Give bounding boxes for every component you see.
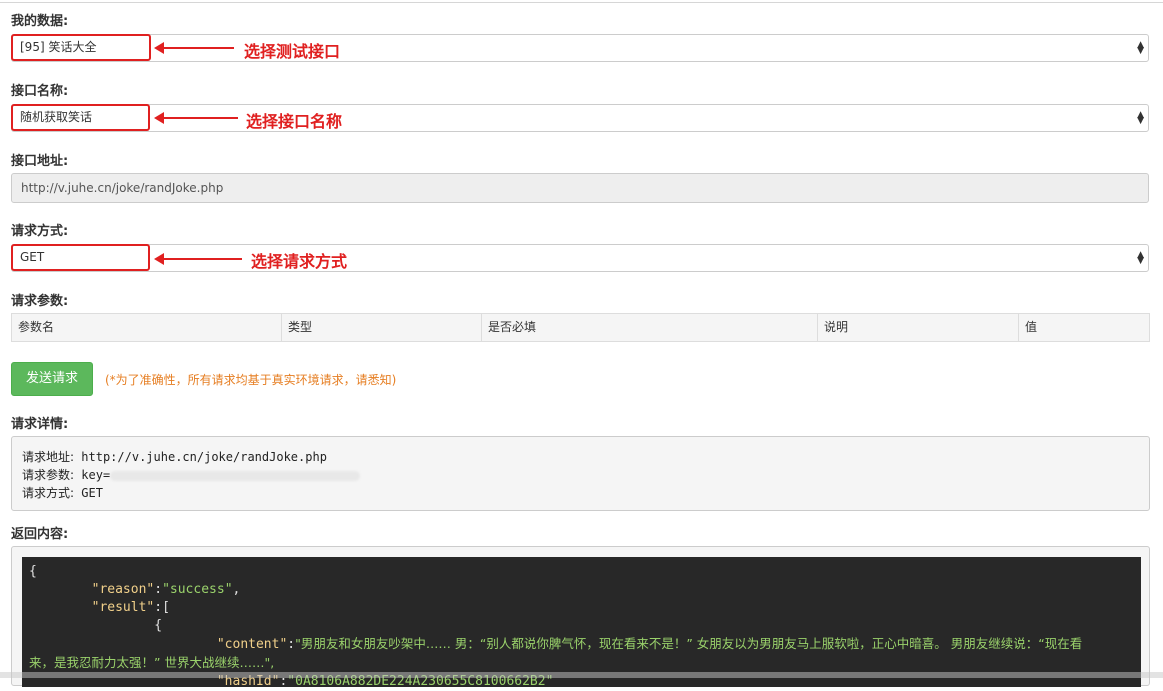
detail-method-row: 请求方式: GET [22, 484, 1139, 502]
select-arrows-icon: ▲ ▼ [1137, 40, 1144, 56]
method-select-value[interactable]: GET [11, 244, 150, 271]
column-param-name: 参数名 [12, 314, 282, 341]
api-name-select-value[interactable]: 随机获取笑话 [11, 104, 150, 131]
send-note: (*为了准确性，所有请求均基于真实环境请求，请悉知) [105, 373, 397, 387]
method-callout: 选择请求方式 [251, 252, 348, 271]
callout-arrow-icon [154, 42, 234, 54]
select-arrows-icon: ▲ ▼ [1137, 250, 1144, 266]
redacted-key [110, 470, 361, 481]
json-inner-brace: { [154, 618, 163, 633]
column-value: 值 [1025, 320, 1038, 334]
my-data-select-value[interactable]: [95] 笑话大全 [11, 34, 151, 61]
api-name-label: 接口名称: [11, 84, 69, 99]
detail-method-label: 请求方式: [22, 486, 75, 500]
params-label: 请求参数: [11, 294, 69, 309]
method-label: 请求方式: [11, 224, 69, 239]
json-value-content-line1: "男朋友和女朋友吵架中…… 男：“别人都说你脾气怀，现在看来不是！” 女朋友以为… [295, 636, 1083, 651]
detail-url-value: http://v.juhe.cn/joke/randJoke.php [81, 450, 327, 464]
detail-params-value: key= [81, 468, 111, 482]
my-data-label: 我的数据: [11, 14, 69, 29]
column-required: 是否必填 [482, 314, 818, 341]
json-value-reason: "success" [162, 582, 233, 597]
callout-arrow-icon [154, 253, 242, 265]
json-key-content: "content" [216, 637, 288, 652]
select-arrows-icon: ▲ ▼ [1137, 110, 1144, 126]
api-name-callout: 选择接口名称 [246, 112, 343, 131]
my-data-callout: 选择测试接口 [244, 42, 341, 61]
column-type: 类型 [282, 314, 482, 341]
api-url-label: 接口地址: [11, 154, 69, 169]
callout-arrow-icon [154, 112, 238, 124]
json-value-content-line2: 来，是我忍耐力太强！” 世界大战继续……", [29, 655, 275, 670]
detail-url-row: 请求地址: http://v.juhe.cn/joke/randJoke.php [22, 448, 1139, 466]
json-open-brace: { [29, 564, 37, 579]
json-key-result: "result" [91, 600, 155, 615]
api-url-field[interactable]: http://v.juhe.cn/joke/randJoke.php [11, 173, 1149, 203]
detail-method-value: GET [81, 486, 103, 500]
send-request-button[interactable]: 发送请求 [11, 362, 93, 396]
top-divider [0, 2, 1163, 3]
column-description: 说明 [818, 314, 1019, 341]
detail-url-label: 请求地址: [22, 450, 75, 464]
request-details-box: 请求地址: http://v.juhe.cn/joke/randJoke.php… [11, 436, 1150, 511]
params-table-header: 参数名 类型 是否必填 说明 值 [11, 313, 1150, 342]
detail-params-row: 请求参数: key= [22, 466, 1139, 484]
bottom-edge [0, 672, 1163, 678]
detail-params-label: 请求参数: [22, 468, 75, 482]
response-code-block: { "reason":"success", "result":[ { "cont… [22, 557, 1141, 689]
json-key-reason: "reason" [91, 582, 155, 597]
response-label: 返回内容: [11, 527, 69, 542]
details-label: 请求详情: [11, 417, 69, 432]
